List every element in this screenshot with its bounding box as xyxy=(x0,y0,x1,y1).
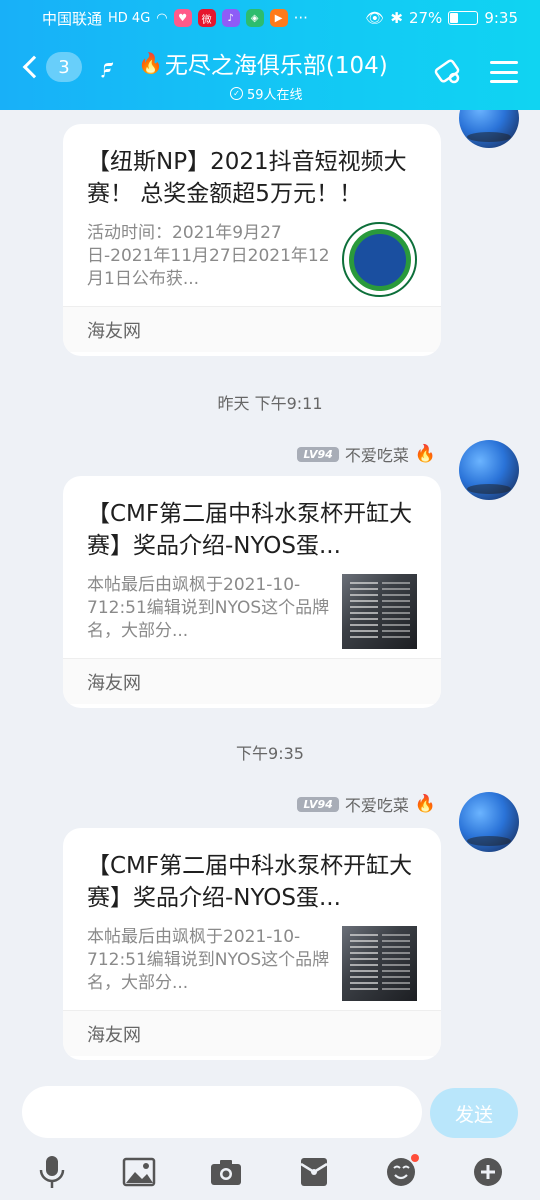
avatar[interactable] xyxy=(459,110,519,148)
level-badge: LV94 xyxy=(297,446,339,462)
card-source: 海友网 xyxy=(63,306,441,352)
back-button[interactable]: 3 xyxy=(18,52,82,82)
input-area: 发送 xyxy=(0,1070,540,1200)
card-thumbnail-logo xyxy=(342,222,417,297)
eye-icon: 👁 xyxy=(365,9,385,27)
online-count: 59人在线 xyxy=(247,88,303,103)
bluetooth-icon: ✱ xyxy=(390,9,403,27)
card-title: 【纽斯NP】2021抖音短视频大赛！ 总奖金额超5万元！！ xyxy=(87,149,407,207)
card-title: 【CMF第二届中科水泵杯开缸大赛】奖品介绍-NYOS蛋... xyxy=(87,501,413,559)
level-badge: LV94 xyxy=(297,796,339,812)
card-description: 活动时间：2021年9月27日-2021年11月27日2021年12月1日公布获… xyxy=(87,223,330,289)
card-source: 海友网 xyxy=(63,658,441,704)
video-app-icon: ▶ xyxy=(269,9,288,27)
health-app-icon: ♥ xyxy=(173,9,192,27)
battery-icon xyxy=(448,11,479,25)
message-input[interactable] xyxy=(22,1086,422,1138)
chat-area[interactable]: 【纽斯NP】2021抖音短视频大赛！ 总奖金额超5万元！！ 活动时间：2021年… xyxy=(0,110,540,1070)
avatar[interactable] xyxy=(459,792,519,852)
header: 中国联通 HD 4G ◠ ♥ 微 ♪ ◈ ▶ ··· 👁 ✱ 27% 9:35 … xyxy=(0,0,540,110)
timestamp: 昨天 下午9:11 xyxy=(217,394,323,413)
input-toolbar xyxy=(0,1148,540,1196)
card-title: 【CMF第二届中科水泵杯开缸大赛】奖品介绍-NYOS蛋... xyxy=(87,853,413,911)
plus-icon[interactable] xyxy=(466,1150,510,1194)
sender-info: LV94 不爱吃菜 🔥 xyxy=(297,792,436,816)
link-card[interactable]: 【CMF第二届中科水泵杯开缸大赛】奖品介绍-NYOS蛋... 本帖最后由飒枫于2… xyxy=(63,476,441,708)
link-card[interactable]: 【CMF第二届中科水泵杯开缸大赛】奖品介绍-NYOS蛋... 本帖最后由飒枫于2… xyxy=(63,828,441,1060)
red-packet-icon[interactable] xyxy=(292,1150,336,1194)
emoji-icon[interactable] xyxy=(379,1150,423,1194)
notification-dot xyxy=(410,1154,419,1162)
mic-icon[interactable] xyxy=(30,1150,74,1194)
ticket-icon[interactable] xyxy=(432,56,464,88)
battery-percent: 27% xyxy=(408,9,443,27)
app-icon: ◈ xyxy=(245,9,264,27)
status-bar: 中国联通 HD 4G ◠ ♥ 微 ♪ ◈ ▶ ··· 👁 ✱ 27% 9:35 xyxy=(0,0,540,36)
more-notifications-icon: ··· xyxy=(293,9,308,27)
card-source: 海友网 xyxy=(63,1010,441,1056)
camera-icon[interactable] xyxy=(204,1150,248,1194)
ear-icon[interactable]: 𝟋 xyxy=(102,54,113,79)
unread-count-badge: 3 xyxy=(46,52,82,82)
sender-name: 不爱吃菜 xyxy=(344,796,409,815)
avatar[interactable] xyxy=(459,440,519,500)
title-bar: 3 𝟋 🔥 无尽之海俱乐部(104) ✓ 59人在线 xyxy=(0,40,540,106)
weibo-icon: 微 xyxy=(197,9,216,27)
link-card[interactable]: 【纽斯NP】2021抖音短视频大赛！ 总奖金额超5万元！！ 活动时间：2021年… xyxy=(63,124,441,356)
fire-icon: 🔥 xyxy=(414,794,436,814)
menu-icon[interactable] xyxy=(490,61,518,83)
card-description: 本帖最后由飒枫于2021-10-712:51编辑说到NYOS这个品牌名，大部分.… xyxy=(87,927,330,993)
sender-info: LV94 不爱吃菜 🔥 xyxy=(297,442,436,466)
card-description: 本帖最后由飒枫于2021-10-712:51编辑说到NYOS这个品牌名，大部分.… xyxy=(87,575,330,641)
send-button[interactable]: 发送 xyxy=(430,1088,518,1138)
sender-name: 不爱吃菜 xyxy=(344,446,409,465)
timestamp: 下午9:35 xyxy=(236,744,304,763)
fire-icon: 🔥 xyxy=(414,444,436,464)
carrier-label: 中国联通 xyxy=(42,9,103,28)
clock: 9:35 xyxy=(484,9,518,27)
fire-icon: 🔥 xyxy=(138,51,163,75)
image-icon[interactable] xyxy=(117,1150,161,1194)
online-check-icon: ✓ xyxy=(230,87,243,100)
group-title: 无尽之海俱乐部(104) xyxy=(164,53,388,79)
wifi-icon: ◠ xyxy=(156,10,168,26)
card-thumbnail-photo xyxy=(342,926,417,1001)
music-app-icon: ♪ xyxy=(221,9,240,27)
chevron-left-icon xyxy=(22,55,46,79)
title-block: 🔥 无尽之海俱乐部(104) ✓ 59人在线 xyxy=(138,46,408,103)
card-thumbnail-photo xyxy=(342,574,417,649)
signal-icon: HD 4G xyxy=(108,10,151,26)
